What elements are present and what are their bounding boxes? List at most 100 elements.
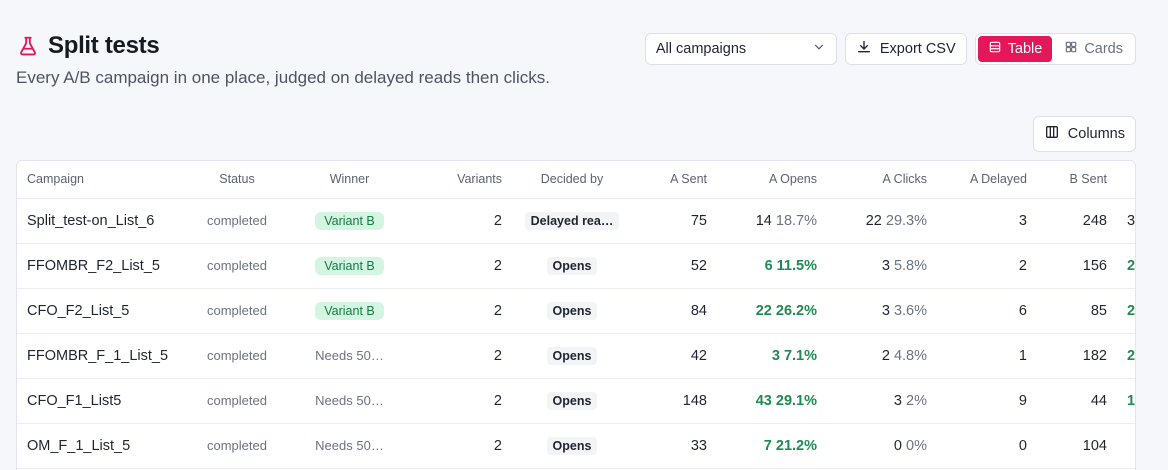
cell-campaign[interactable]: FFOMBR_F_1_List_5 xyxy=(17,333,187,379)
view-toggle: Table Cards xyxy=(974,33,1136,65)
cell-status: completed xyxy=(187,333,287,379)
cell-campaign[interactable]: Split_test-on_List_6 xyxy=(17,198,187,244)
winner-needs-text: Needs 50… xyxy=(315,393,384,408)
column-header-a-sent[interactable]: A Sent xyxy=(632,161,717,199)
cell-decided-by: Opens xyxy=(512,423,632,469)
download-icon xyxy=(856,39,872,59)
winner-needs-text: Needs 50… xyxy=(315,348,384,363)
winner-badge: Variant B xyxy=(315,256,384,275)
cell-b-opens: 1 xyxy=(1117,378,1135,424)
cell-winner: Variant B xyxy=(287,243,412,289)
view-cards-label: Cards xyxy=(1084,41,1123,57)
column-header-a-delayed[interactable]: A Delayed xyxy=(937,161,1037,199)
column-header-status[interactable]: Status xyxy=(187,161,287,199)
a-opens-pct: 21.2% xyxy=(775,437,817,454)
a-opens-pct: 26.2% xyxy=(775,302,817,319)
campaign-filter-select[interactable]: All campaigns xyxy=(644,33,837,65)
columns-button[interactable]: Columns xyxy=(1032,116,1136,152)
decided-by-tag: Opens xyxy=(546,436,598,455)
cell-b-opens: 2 xyxy=(1117,243,1136,289)
table-row[interactable]: FFOMBR_F_1_List_5 completed Needs 50… 2 … xyxy=(17,333,1136,379)
table-row[interactable]: CFO_F1_List5 completed Needs 50… 2 Opens… xyxy=(17,378,1135,424)
cell-campaign[interactable]: FFOMBR_F2_List_5 xyxy=(17,243,187,289)
cell-a-delayed: 6 xyxy=(937,288,1037,334)
a-opens-count: 7 xyxy=(763,437,772,454)
table-row[interactable]: Split_test-on_List_6 completed Variant B… xyxy=(17,198,1136,244)
split-tests-table: Campaign Status Winner Variants Decided … xyxy=(16,160,1136,470)
table-row[interactable]: FFOMBR_F2_List_5 completed Variant B 2 O… xyxy=(17,243,1136,289)
view-table-button[interactable]: Table xyxy=(977,36,1053,62)
cell-variants: 2 xyxy=(412,333,512,379)
cell-variants: 2 xyxy=(412,288,512,334)
cell-a-clicks: 0 0% xyxy=(827,423,937,469)
columns-icon xyxy=(1044,124,1060,144)
cell-winner: Variant B xyxy=(287,198,412,244)
cell-b-opens: 3 xyxy=(1117,198,1136,244)
cell-a-opens: 6 11.5% xyxy=(717,243,827,289)
decided-by-tag: Opens xyxy=(546,301,598,320)
cell-b-opens: 2 xyxy=(1117,333,1136,379)
column-header-b-sent[interactable]: B Sent xyxy=(1037,161,1117,199)
cell-a-delayed: 9 xyxy=(937,378,1037,424)
column-header-decided-by[interactable]: Decided by xyxy=(512,161,632,199)
a-opens-pct: 7.1% xyxy=(783,347,817,364)
chevron-down-icon xyxy=(812,40,826,58)
toolbar: All campaigns Export CSV Table Cards xyxy=(644,33,1136,65)
cell-variants: 2 xyxy=(412,243,512,289)
cell-b-sent: 85 xyxy=(1037,288,1117,334)
cell-a-sent: 84 xyxy=(632,288,717,334)
cell-a-clicks: 3 5.8% xyxy=(827,243,937,289)
cell-decided-by: Opens xyxy=(512,243,632,289)
a-clicks-pct: 2% xyxy=(906,392,927,409)
export-csv-button[interactable]: Export CSV xyxy=(844,33,967,65)
a-opens-count: 6 xyxy=(764,257,773,274)
a-clicks-pct: 3.6% xyxy=(893,302,927,319)
table-row[interactable]: OM_F_1_List_5 completed Needs 50… 2 Open… xyxy=(17,423,1135,469)
cell-a-sent: 75 xyxy=(632,198,717,244)
cell-campaign[interactable]: CFO_F2_List_5 xyxy=(17,288,187,334)
cell-winner: Needs 50… xyxy=(287,378,412,424)
cell-a-sent: 33 xyxy=(632,423,717,469)
decided-by-tag: Opens xyxy=(546,346,598,365)
column-header-a-clicks[interactable]: A Clicks xyxy=(827,161,937,199)
page-title: Split tests xyxy=(48,32,160,59)
cell-decided-by: Opens xyxy=(512,288,632,334)
campaign-filter-value: All campaigns xyxy=(655,41,747,57)
column-header-variants[interactable]: Variants xyxy=(412,161,512,199)
cell-decided-by: Delayed rea… xyxy=(512,198,632,244)
b-opens-count: 2 xyxy=(1127,302,1136,319)
decided-by-tag: Opens xyxy=(546,256,598,275)
column-header-campaign[interactable]: Campaign xyxy=(17,161,187,199)
cell-winner: Needs 50… xyxy=(287,423,412,469)
cell-a-sent: 42 xyxy=(632,333,717,379)
cell-campaign[interactable]: CFO_F1_List5 xyxy=(17,378,187,424)
winner-badge: Variant B xyxy=(315,301,384,320)
a-clicks-count: 22 xyxy=(865,212,882,229)
cell-b-opens: 2 xyxy=(1117,288,1136,334)
b-opens-count: 3 xyxy=(1127,212,1136,229)
cell-campaign[interactable]: OM_F_1_List_5 xyxy=(17,423,187,469)
cell-a-sent: 52 xyxy=(632,243,717,289)
b-opens-count: 2 xyxy=(1127,257,1136,274)
a-clicks-pct: 4.8% xyxy=(893,347,927,364)
flask-icon xyxy=(16,34,40,58)
cell-winner: Variant B xyxy=(287,288,412,334)
cell-a-sent: 148 xyxy=(632,378,717,424)
columns-label: Columns xyxy=(1067,126,1125,142)
b-opens-count: 2 xyxy=(1127,347,1136,364)
column-header-winner[interactable]: Winner xyxy=(287,161,412,199)
a-opens-count: 3 xyxy=(771,347,780,364)
table-row[interactable]: CFO_F2_List_5 completed Variant B 2 Open… xyxy=(17,288,1136,334)
view-cards-button[interactable]: Cards xyxy=(1054,36,1133,62)
cell-b-sent: 104 xyxy=(1037,423,1117,469)
cell-variants: 2 xyxy=(412,378,512,424)
cell-a-delayed: 1 xyxy=(937,333,1037,379)
a-opens-pct: 18.7% xyxy=(775,212,817,229)
a-clicks-count: 3 xyxy=(881,302,890,319)
cell-a-clicks: 3 3.6% xyxy=(827,288,937,334)
column-header-a-opens[interactable]: A Opens xyxy=(717,161,827,199)
cell-a-delayed: 0 xyxy=(937,423,1037,469)
winner-badge: Variant B xyxy=(315,211,384,230)
column-header-overflow xyxy=(1117,161,1135,199)
cell-variants: 2 xyxy=(412,198,512,244)
